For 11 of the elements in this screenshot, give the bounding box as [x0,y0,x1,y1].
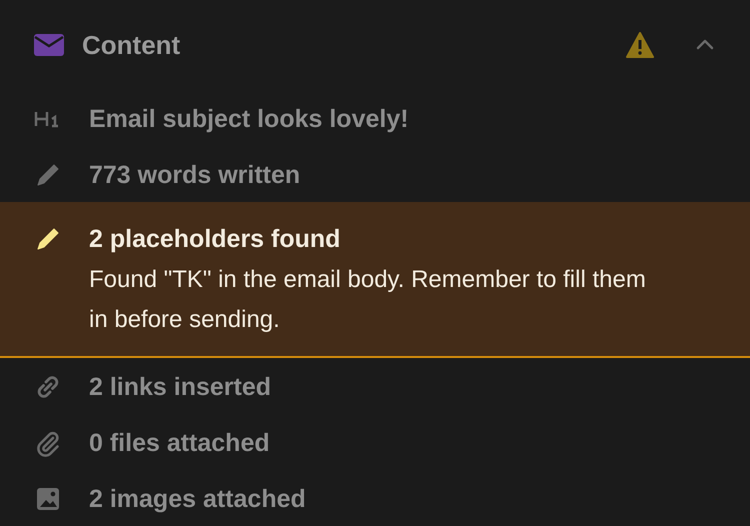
check-description: Found "TK" in the email body. Remember to fill them in before sending. [89,265,647,335]
check-title: Email subject looks lovely! [89,104,409,134]
check-title: 2 links inserted [89,372,272,402]
section-title: Content [82,30,182,60]
check-title: 773 words written [89,160,300,190]
envelope-icon [34,33,64,57]
paperclip-icon [34,429,62,457]
image-icon [34,485,62,513]
check-title: 2 placeholders found [89,224,342,254]
check-title: 0 files attached [89,428,270,458]
check-title: 2 images attached [89,484,306,514]
